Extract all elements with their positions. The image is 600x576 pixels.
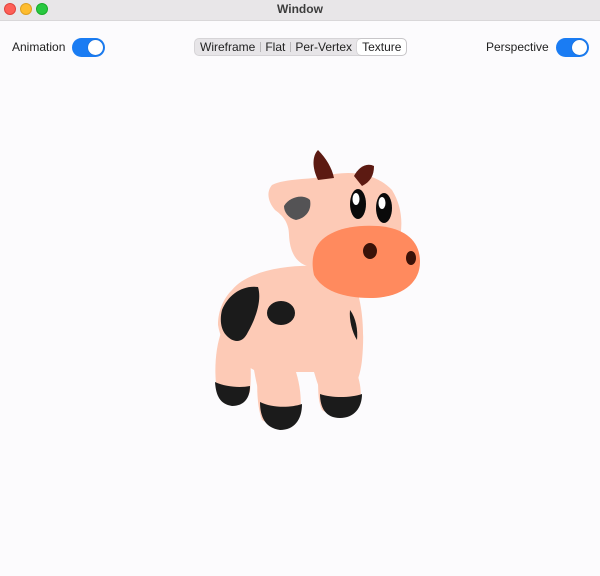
switch-knob [88, 39, 104, 55]
cow-model-render [215, 150, 420, 430]
cow-spot [267, 301, 295, 325]
segment-per-vertex[interactable]: Per-Vertex [290, 39, 357, 55]
cow-eye-highlight [352, 193, 360, 205]
cow-nostril [363, 243, 377, 259]
title-bar: Window [0, 0, 600, 21]
perspective-toggle-group: Perspective [486, 37, 589, 57]
cow-horn [313, 150, 334, 180]
segment-texture[interactable]: Texture [357, 39, 407, 55]
cow-nostril [406, 251, 416, 265]
switch-knob [571, 39, 587, 55]
perspective-switch[interactable] [555, 37, 589, 57]
cow-eye-highlight [378, 197, 386, 209]
segment-wireframe[interactable]: Wireframe [195, 39, 260, 55]
render-viewport[interactable] [0, 70, 600, 571]
render-mode-segmented-control: Wireframe Flat Per-Vertex Texture [194, 38, 408, 56]
cow-hoof [320, 394, 362, 418]
perspective-label: Perspective [486, 40, 549, 54]
cow-muzzle [312, 225, 420, 298]
cow-eye [350, 189, 366, 219]
animation-switch[interactable] [72, 37, 106, 57]
animation-toggle-group: Animation [12, 37, 106, 57]
segment-flat[interactable]: Flat [260, 39, 290, 55]
window-title: Window [277, 2, 323, 16]
cow-eye [376, 193, 392, 223]
animation-label: Animation [12, 40, 66, 54]
